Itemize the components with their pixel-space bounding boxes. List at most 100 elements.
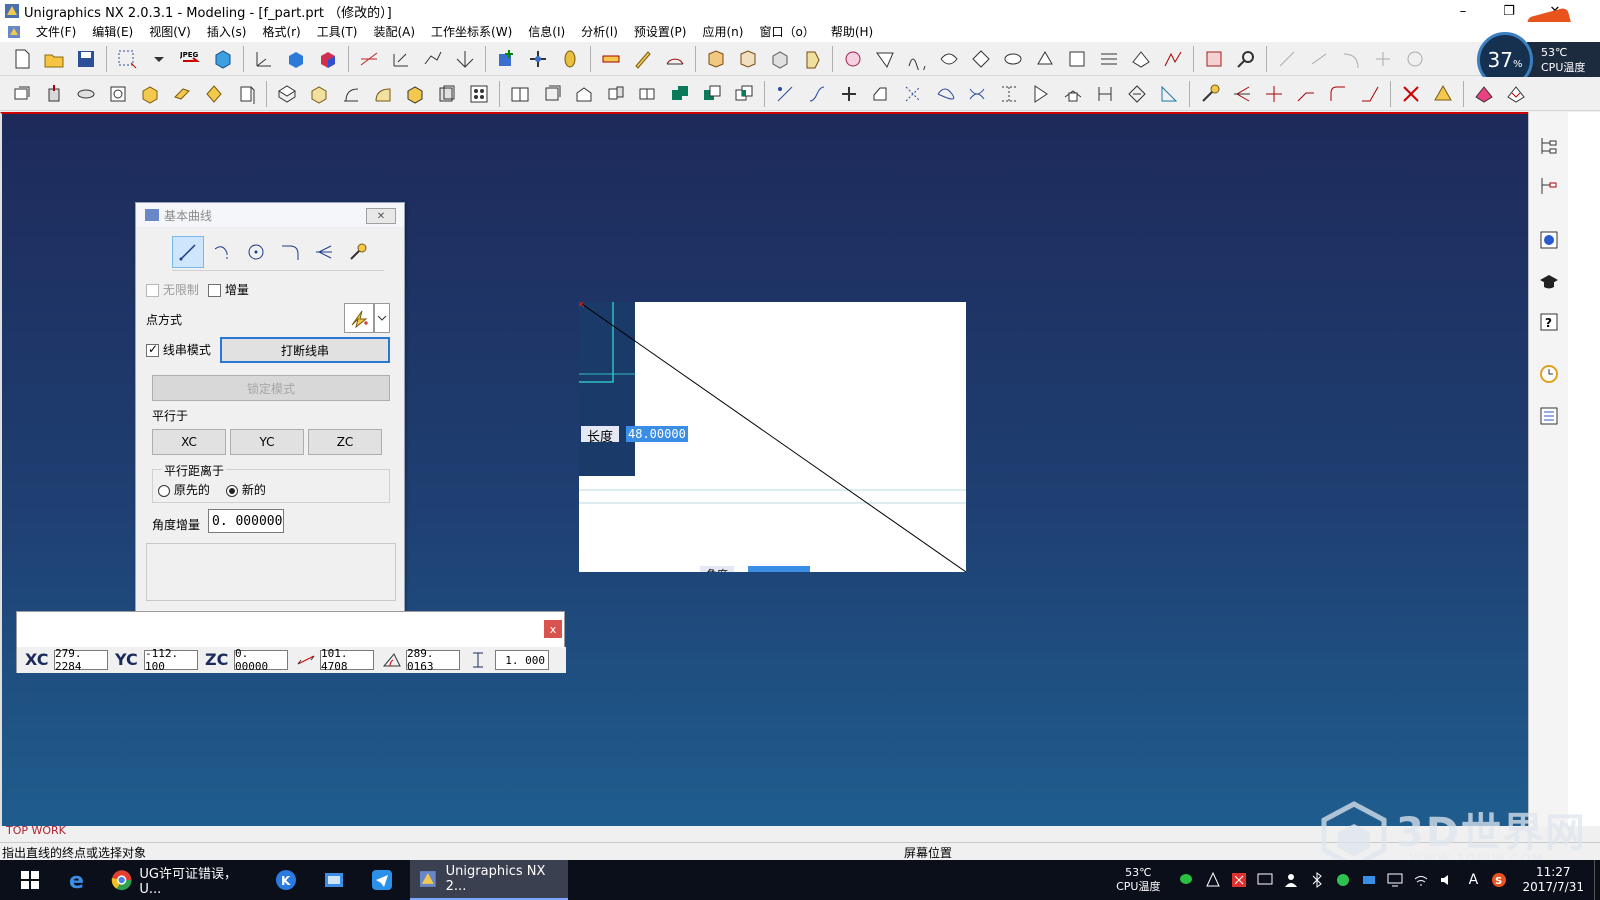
menu-assembly[interactable]: 装配(A)	[365, 22, 423, 42]
string-mode-option[interactable]: 线串模式	[146, 341, 211, 358]
network-drive-icon[interactable]	[1359, 870, 1379, 890]
delete-icon[interactable]	[1397, 80, 1425, 108]
curve-op-8-icon[interactable]	[1091, 80, 1119, 108]
tray-cpu-temp[interactable]: 53℃ CPU温度	[1116, 866, 1160, 894]
app-green-icon[interactable]	[1333, 870, 1353, 890]
restore-button[interactable]: ❐	[1486, 0, 1532, 22]
help-icon[interactable]: ?	[1535, 308, 1563, 336]
increment-checkbox[interactable]	[208, 284, 221, 297]
mate-component-icon[interactable]	[524, 45, 552, 73]
wcs-origin-icon[interactable]	[250, 45, 278, 73]
angle-increment-field[interactable]: 0. 000000	[208, 509, 284, 533]
ime-indicator[interactable]: A	[1463, 870, 1483, 890]
surface-9-icon[interactable]	[1095, 45, 1123, 73]
split-body-icon[interactable]	[602, 80, 630, 108]
arc-icon[interactable]	[206, 236, 238, 268]
cut-icon[interactable]	[113, 45, 141, 73]
people-icon[interactable]	[1281, 870, 1301, 890]
block-icon[interactable]	[136, 80, 164, 108]
trim-body-icon[interactable]	[634, 80, 662, 108]
line-tool-icon[interactable]	[771, 80, 799, 108]
unite-icon[interactable]	[666, 80, 694, 108]
wifi-icon[interactable]	[1411, 870, 1431, 890]
parallel-xc-button[interactable]: XC	[152, 429, 226, 455]
menu-analysis[interactable]: 分析(l)	[573, 22, 626, 42]
start-button[interactable]	[10, 860, 50, 900]
measure-distance-icon[interactable]	[597, 45, 625, 73]
offset-icon[interactable]	[570, 80, 598, 108]
color-cube-icon[interactable]	[314, 45, 342, 73]
sphere-icon[interactable]	[232, 80, 260, 108]
parallel-zc-button[interactable]: ZC	[308, 429, 382, 455]
curve-tool-4-icon[interactable]	[451, 45, 479, 73]
dialog-title-bar[interactable]: 基本曲线	[136, 203, 404, 227]
feature-3-icon[interactable]	[766, 45, 794, 73]
yc-field[interactable]: -112. 100	[144, 647, 198, 673]
menu-insert[interactable]: 插入(s)	[199, 22, 255, 42]
reuse-library-icon[interactable]	[1535, 402, 1563, 430]
monitor-icon[interactable]	[1385, 870, 1405, 890]
shaded-cube-icon[interactable]	[209, 45, 237, 73]
jpeg-export-icon[interactable]: JPEG	[177, 45, 205, 73]
curve-op-4-icon[interactable]	[963, 80, 991, 108]
feature-2-icon[interactable]	[734, 45, 762, 73]
curve-op-10-icon[interactable]	[1155, 80, 1183, 108]
menu-edit[interactable]: 编辑(E)	[84, 22, 141, 42]
length-curve-icon[interactable]	[1356, 80, 1384, 108]
hole-icon[interactable]	[273, 80, 301, 108]
curve-tool-3-icon[interactable]	[419, 45, 447, 73]
file-explorer-icon[interactable]	[314, 860, 354, 900]
point-method-icon[interactable]	[344, 303, 374, 333]
subtract-icon[interactable]	[698, 80, 726, 108]
curve-tool-2-icon[interactable]	[387, 45, 415, 73]
edge-browser-icon[interactable]: e	[58, 860, 98, 900]
surface-1-icon[interactable]	[839, 45, 867, 73]
menu-view[interactable]: 视图(V)	[141, 22, 199, 42]
radio-new[interactable]	[226, 484, 238, 497]
new-file-icon[interactable]	[8, 45, 36, 73]
curve-op-5-icon[interactable]	[995, 80, 1023, 108]
tray-clock[interactable]: 11:27 2017/7/31	[1522, 865, 1584, 895]
menu-application[interactable]: 应用(n)	[694, 22, 751, 42]
edit-curve-icon[interactable]	[1196, 80, 1224, 108]
stretch-curve-icon[interactable]	[1324, 80, 1352, 108]
paper-plane-icon[interactable]	[362, 860, 402, 900]
surface-4-icon[interactable]	[935, 45, 963, 73]
lock-mode-button[interactable]: 锁定模式	[152, 375, 390, 401]
kugou-icon[interactable]: K	[266, 860, 306, 900]
surface-11-icon[interactable]	[1159, 45, 1187, 73]
trim-icon[interactable]	[308, 236, 340, 268]
curve-tool-1-icon[interactable]	[355, 45, 383, 73]
length-value-field[interactable]: 48.00000	[626, 426, 688, 442]
feature-4-icon[interactable]	[798, 45, 826, 73]
menu-preferences[interactable]: 预设置(P)	[626, 22, 695, 42]
trim-curve-icon[interactable]	[1228, 80, 1256, 108]
measure-arc-icon[interactable]	[661, 45, 689, 73]
revolve-icon[interactable]	[72, 80, 100, 108]
pad-icon[interactable]	[369, 80, 397, 108]
string-mode-checkbox[interactable]	[146, 342, 159, 357]
zc-field[interactable]: 0. 00000	[234, 647, 288, 673]
training-cap-icon[interactable]	[1535, 268, 1563, 296]
cone-icon[interactable]	[200, 80, 228, 108]
feature-1-icon[interactable]	[702, 45, 730, 73]
angle-value-field[interactable]	[748, 566, 810, 572]
extrude-icon[interactable]	[40, 80, 68, 108]
pattern-icon[interactable]	[465, 80, 493, 108]
view-box-icon[interactable]	[282, 45, 310, 73]
radio-original[interactable]	[158, 484, 170, 497]
radio-original-option[interactable]: 原先的	[158, 481, 210, 498]
curve-op-7-icon[interactable]	[1059, 80, 1087, 108]
spline-tool-icon[interactable]	[803, 80, 831, 108]
menu-window[interactable]: 窗口（o）	[751, 22, 822, 42]
book-icon[interactable]	[506, 80, 534, 108]
monitor-app-icon[interactable]	[1255, 870, 1275, 890]
pocket-icon[interactable]	[337, 80, 365, 108]
slot-icon[interactable]	[401, 80, 429, 108]
surface-10-icon[interactable]	[1127, 45, 1155, 73]
surface-8-icon[interactable]	[1063, 45, 1091, 73]
curve-op-1-icon[interactable]	[867, 80, 895, 108]
web-browser-icon[interactable]	[1535, 226, 1563, 254]
surface-2-icon[interactable]	[871, 45, 899, 73]
boss-icon[interactable]	[305, 80, 333, 108]
